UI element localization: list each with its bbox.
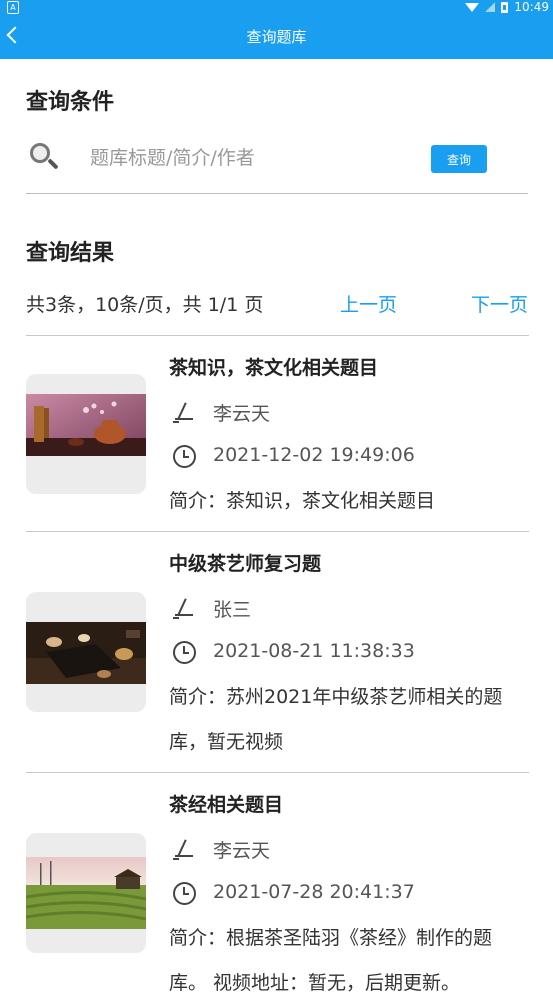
item-title: 中级茶艺师复习题 (169, 553, 322, 575)
thumbnail (26, 592, 146, 712)
wifi-icon (465, 3, 480, 12)
tea-ceremony-image (26, 622, 146, 684)
results-section-title: 查询结果 (26, 241, 115, 266)
pagination: 共3条，10条/页，共 1/1 页 上一页 下一页 (26, 290, 528, 320)
battery-icon (501, 1, 509, 13)
list-item[interactable]: 茶知识，茶文化相关题目 李云天 2021-12-02 19:49:06 简介：茶… (26, 335, 529, 531)
item-author: 张三 (213, 599, 252, 621)
signal-icon (485, 2, 496, 12)
status-bar: A 10:49 (0, 0, 553, 14)
status-time: 10:49 (514, 0, 549, 14)
item-time: 2021-07-28 20:41:37 (213, 881, 415, 903)
item-title: 茶经相关题目 (169, 794, 284, 816)
thumbnail (26, 374, 146, 494)
author-icon (173, 401, 195, 423)
item-time: 2021-12-02 19:49:06 (213, 444, 415, 466)
list-item[interactable]: 茶经相关题目 李云天 2021-07-28 20:41:37 简介：根据茶圣陆羽… (26, 772, 529, 994)
next-page-link[interactable]: 下一页 (471, 290, 528, 317)
thumbnail (26, 833, 146, 953)
item-description: 简介：根据茶圣陆羽《茶经》制作的题库。 视频地址：暂无，后期更新。 (169, 927, 493, 994)
item-title: 茶知识，茶文化相关题目 (169, 357, 379, 379)
item-description: 简介：茶知识，茶文化相关题目 (169, 490, 436, 512)
author-icon (173, 838, 195, 860)
clock-icon (173, 445, 196, 468)
status-right: 10:49 (465, 0, 549, 14)
tea-plantation-image (26, 857, 146, 929)
item-author: 李云天 (213, 403, 271, 425)
prev-page-link[interactable]: 上一页 (340, 290, 397, 317)
item-time: 2021-08-21 11:38:33 (213, 640, 415, 662)
clock-icon (173, 641, 196, 664)
search-input[interactable] (88, 140, 412, 176)
search-icon (30, 143, 59, 170)
tea-set-image (26, 394, 146, 456)
search-button[interactable]: 查询 (431, 145, 487, 173)
page-title: 查询题库 (246, 28, 307, 46)
search-section-title: 查询条件 (26, 90, 115, 115)
search-bar: 查询 (26, 130, 528, 194)
author-icon (173, 597, 195, 619)
page-info: 共3条，10条/页，共 1/1 页 (26, 294, 264, 316)
item-description: 简介：苏州2021年中级茶艺师相关的题库，暂无视频 (169, 686, 503, 753)
clock-icon (173, 882, 196, 905)
status-app-icon: A (7, 1, 19, 14)
app-header: A 10:49 查询题库 (0, 0, 553, 59)
item-author: 李云天 (213, 840, 271, 862)
list-item[interactable]: 中级茶艺师复习题 张三 2021-08-21 11:38:33 简介：苏州202… (26, 531, 529, 772)
